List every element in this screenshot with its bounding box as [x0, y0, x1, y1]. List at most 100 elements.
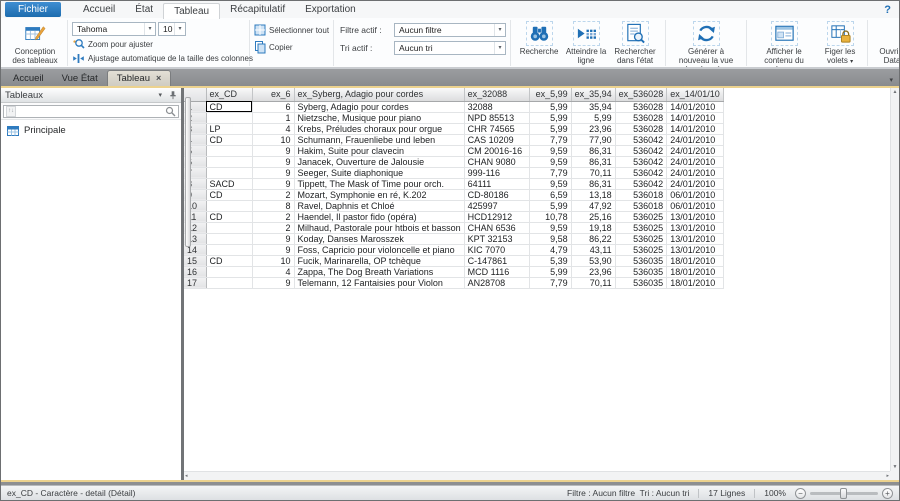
table-cell[interactable]: C-147861	[464, 255, 529, 266]
close-icon[interactable]: ×	[156, 74, 161, 83]
table-cell[interactable]: 4	[252, 266, 294, 277]
column-header[interactable]: ex_536028	[615, 88, 667, 101]
column-header[interactable]: ex_6	[252, 88, 294, 101]
table-cell[interactable]: 8	[252, 200, 294, 211]
table-cell[interactable]: 9	[252, 277, 294, 288]
column-header[interactable]: ex_35,94	[571, 88, 615, 101]
table-cell[interactable]: 24/01/2010	[667, 156, 724, 167]
table-cell[interactable]: CD	[206, 211, 252, 222]
table-cell[interactable]: CD	[206, 101, 252, 112]
table-cell[interactable]: Syberg, Adagio pour cordes	[294, 101, 464, 112]
table-cell[interactable]: Fucik, Marinarella, OP tchèque	[294, 255, 464, 266]
table-cell[interactable]	[206, 244, 252, 255]
tab-etat[interactable]: État	[125, 2, 163, 17]
table-cell[interactable]: 4	[252, 123, 294, 134]
table-cell[interactable]: 23,96	[571, 123, 615, 134]
table-cell[interactable]: LP	[206, 123, 252, 134]
list-item-principale[interactable]: Principale	[1, 124, 181, 137]
zoom-out-button[interactable]: −	[795, 488, 806, 499]
column-header[interactable]: ex_5,99	[529, 88, 571, 101]
table-cell[interactable]: 536035	[615, 255, 667, 266]
scroll-left-icon[interactable]: ◂	[185, 473, 188, 479]
table-cell[interactable]: 53,90	[571, 255, 615, 266]
table-cell[interactable]: CAS 10209	[464, 134, 529, 145]
table-cell[interactable]: 13/01/2010	[667, 244, 724, 255]
table-cell[interactable]: Foss, Capricio pour violoncelle et piano	[294, 244, 464, 255]
table-cell[interactable]: 5,99	[529, 112, 571, 123]
scroll-down-icon[interactable]: ▼	[893, 463, 898, 471]
table-cell[interactable]: 1	[252, 112, 294, 123]
table-cell[interactable]: AN28708	[464, 277, 529, 288]
table-cell[interactable]: Krebs, Préludes choraux pour orgue	[294, 123, 464, 134]
table-cell[interactable]: 9	[252, 145, 294, 156]
table-cell[interactable]: 35,94	[571, 101, 615, 112]
table-cell[interactable]: HCD12912	[464, 211, 529, 222]
table-cell[interactable]: 77,90	[571, 134, 615, 145]
table-cell[interactable]: 13/01/2010	[667, 222, 724, 233]
table-cell[interactable]: Haendel, Il pastor fido (opéra)	[294, 211, 464, 222]
table-cell[interactable]	[206, 222, 252, 233]
table-cell[interactable]	[206, 112, 252, 123]
table-cell[interactable]: 536035	[615, 277, 667, 288]
doc-tab-vue-etat[interactable]: Vue État	[53, 71, 107, 86]
table-cell[interactable]: 24/01/2010	[667, 178, 724, 189]
table-cell[interactable]: CD-80186	[464, 189, 529, 200]
help-icon[interactable]: ?	[880, 4, 895, 16]
table-cell[interactable]: 9,59	[529, 156, 571, 167]
select-all-button[interactable]: Sélectionner tout	[254, 23, 329, 37]
table-cell[interactable]: 5,99	[529, 200, 571, 211]
table-cell[interactable]: 536018	[615, 189, 667, 200]
table-cell[interactable]	[206, 200, 252, 211]
table-cell[interactable]: 14/01/2010	[667, 123, 724, 134]
sort-toggle-icon[interactable]: ↑↓	[6, 106, 16, 117]
copy-button[interactable]: Copier	[254, 40, 329, 54]
search-button[interactable]: Recherche	[515, 21, 563, 56]
table-cell[interactable]: 70,11	[571, 277, 615, 288]
zoom-fit-button[interactable]: Zoom pour ajuster	[72, 38, 245, 52]
table-cell[interactable]: CHR 74565	[464, 123, 529, 134]
table-cell[interactable]: 536018	[615, 200, 667, 211]
table-cell[interactable]: 13,18	[571, 189, 615, 200]
table-cell[interactable]: 13/01/2010	[667, 233, 724, 244]
table-cell[interactable]: CHAN 6536	[464, 222, 529, 233]
table-cell[interactable]	[206, 167, 252, 178]
table-design-button[interactable]: Conception des tableaux	[7, 21, 63, 65]
tab-recapitulatif[interactable]: Récapitulatif	[220, 2, 295, 17]
zoom-in-button[interactable]: +	[882, 488, 893, 499]
horizontal-scrollbar[interactable]: ◂ ▸	[184, 471, 890, 480]
tab-exportation[interactable]: Exportation	[295, 2, 366, 17]
table-cell[interactable]: 19,18	[571, 222, 615, 233]
table-cell[interactable]: 5,39	[529, 255, 571, 266]
table-cell[interactable]: 18/01/2010	[667, 255, 724, 266]
table-cell[interactable]	[206, 277, 252, 288]
table-cell[interactable]: 536042	[615, 178, 667, 189]
table-cell[interactable]: 536042	[615, 167, 667, 178]
table-cell[interactable]: 4,79	[529, 244, 571, 255]
table-cell[interactable]: 70,11	[571, 167, 615, 178]
table-cell[interactable]	[206, 266, 252, 277]
table-cell[interactable]: 06/01/2010	[667, 189, 724, 200]
search-input[interactable]: ↑↓	[3, 105, 179, 118]
table-cell[interactable]: 6,59	[529, 189, 571, 200]
table-cell[interactable]: Milhaud, Pastorale pour htbois et basson	[294, 222, 464, 233]
table-cell[interactable]: 18/01/2010	[667, 266, 724, 277]
table-cell[interactable]: CM 20016-16	[464, 145, 529, 156]
table-cell[interactable]: 536042	[615, 156, 667, 167]
column-header[interactable]: ex_Syberg, Adagio pour cordes	[294, 88, 464, 101]
pin-icon[interactable]	[169, 90, 177, 100]
table-cell[interactable]: 9	[252, 244, 294, 255]
table-cell[interactable]: 536025	[615, 233, 667, 244]
table-cell[interactable]: 9	[252, 233, 294, 244]
table-cell[interactable]: 7,79	[529, 134, 571, 145]
table-cell[interactable]: KIC 7070	[464, 244, 529, 255]
table-cell[interactable]: 536028	[615, 123, 667, 134]
table-cell[interactable]: 5,99	[529, 101, 571, 112]
table-cell[interactable]: CD	[206, 255, 252, 266]
table-cell[interactable]: Tippett, The Mask of Time pour orch.	[294, 178, 464, 189]
table-cell[interactable]: 536035	[615, 266, 667, 277]
field-content-button[interactable]: Afficher le contenu du champ	[751, 21, 817, 69]
font-name-combo[interactable]: Tahoma ▾	[72, 22, 156, 36]
vertical-scroll-thumb[interactable]	[185, 97, 191, 247]
search-report-button[interactable]: Rechercher dans l'état	[609, 21, 661, 65]
table-cell[interactable]: 86,22	[571, 233, 615, 244]
